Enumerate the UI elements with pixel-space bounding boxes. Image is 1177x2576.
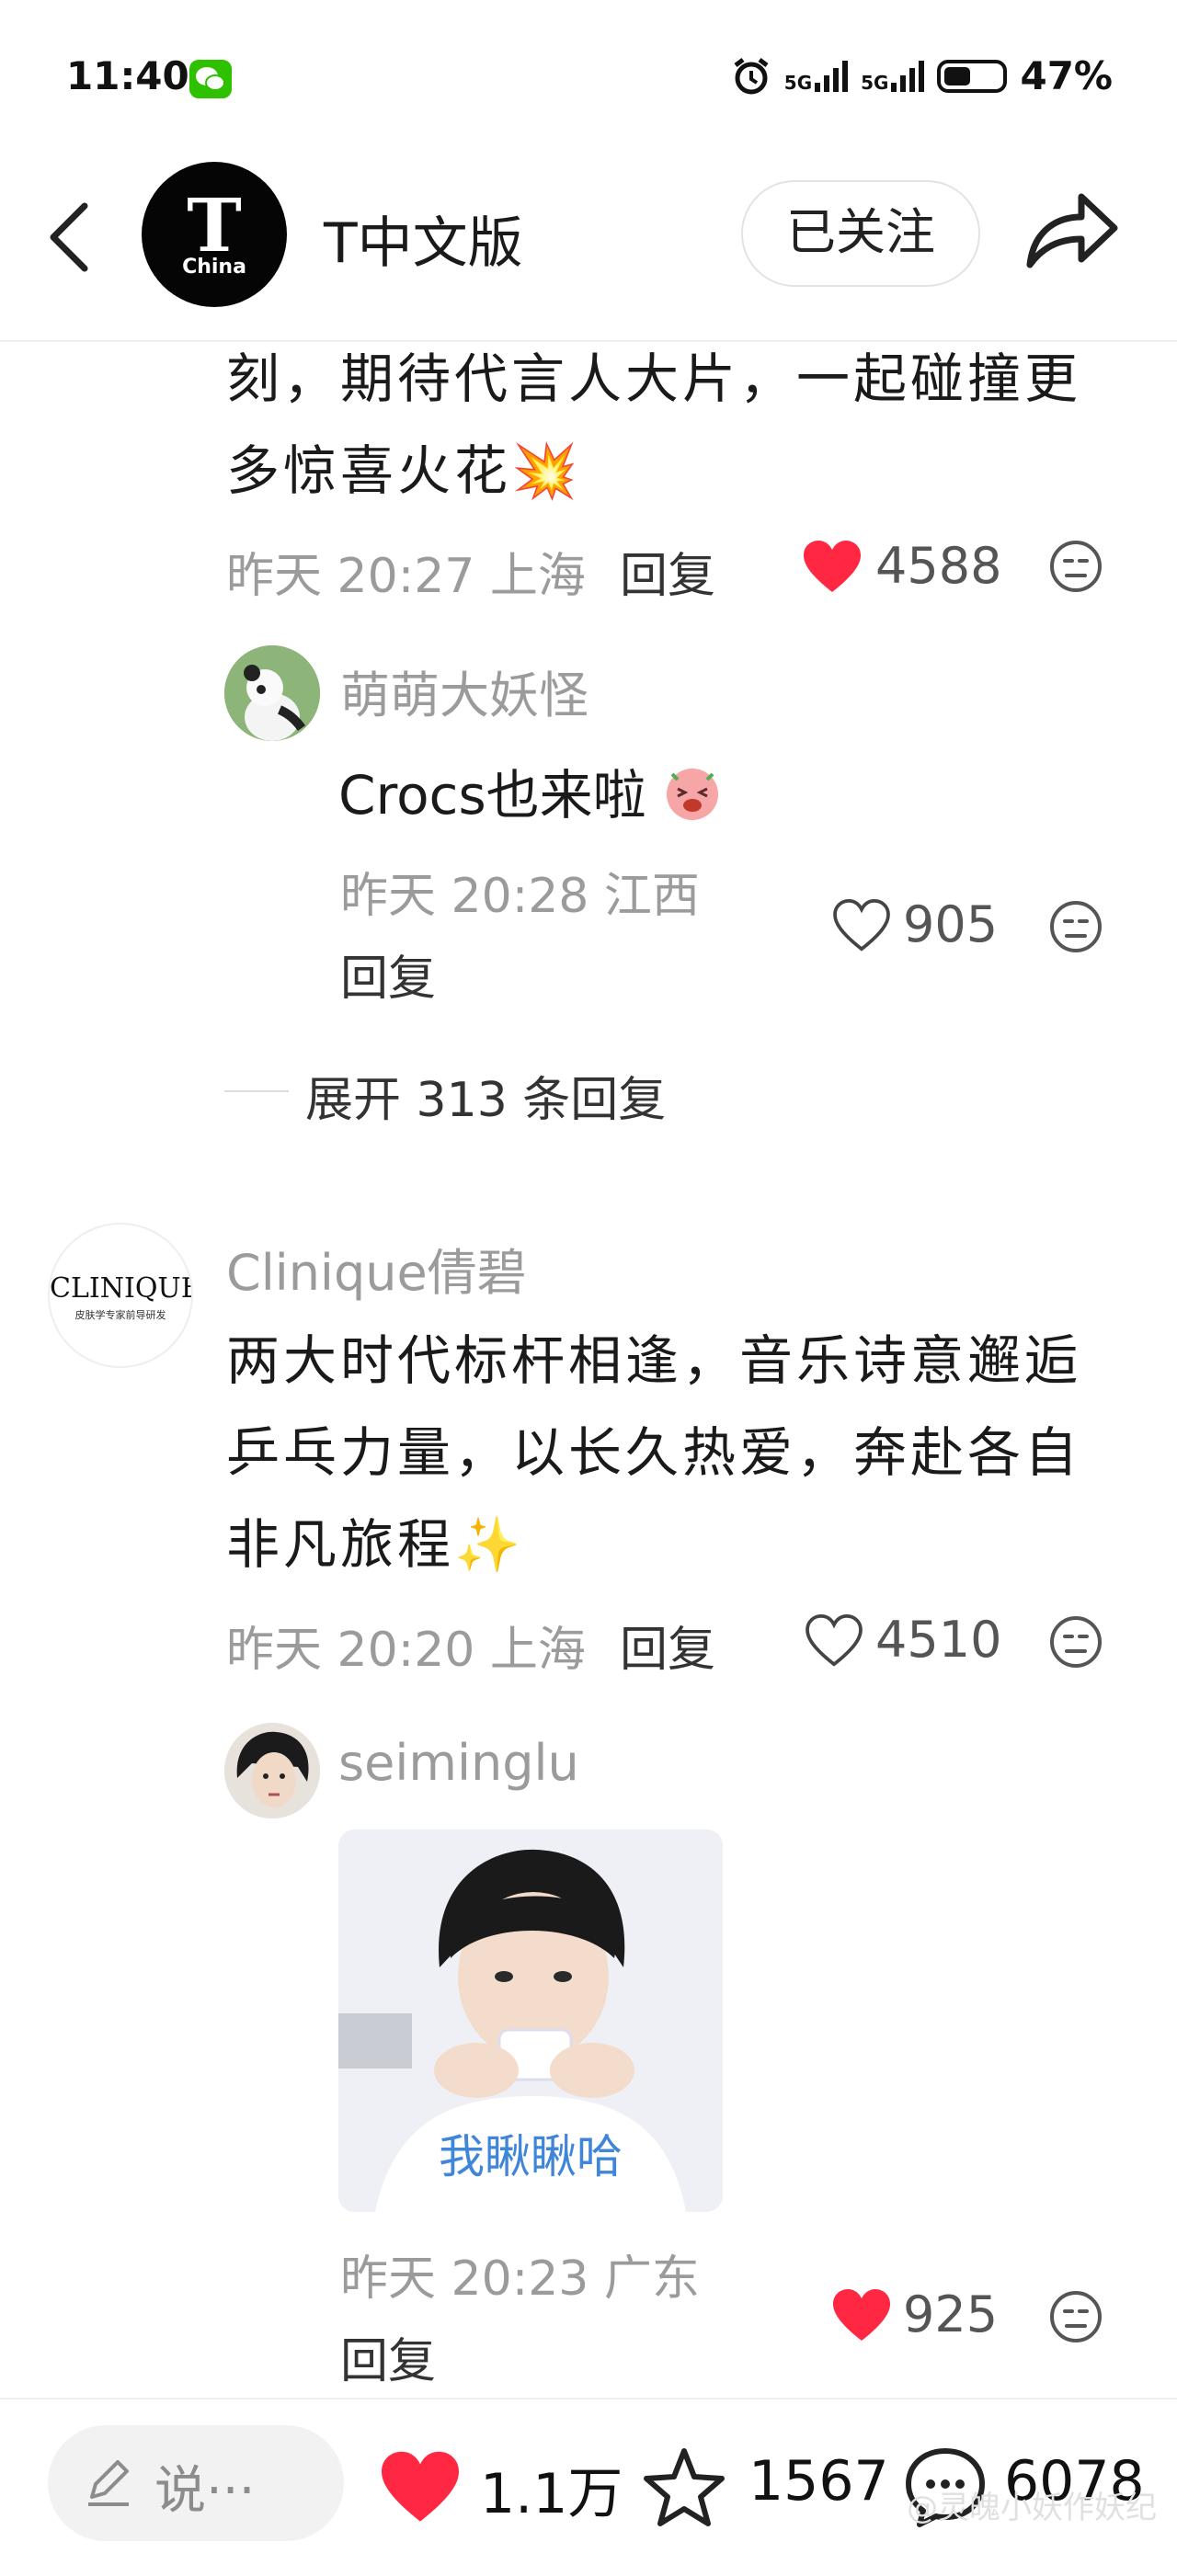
pencil-icon — [81, 2455, 136, 2510]
comment-time: 昨天 20:27 — [226, 549, 475, 604]
signal-icon: 5G — [861, 60, 925, 94]
post-like-count: 1.1万 — [480, 2462, 623, 2526]
reply-location: 广东 — [603, 2251, 700, 2307]
share-icon[interactable] — [1021, 184, 1122, 276]
reply-username[interactable]: seiminglu — [338, 1734, 579, 1792]
watermark: @灵魄小妖作妖纪 — [907, 2490, 1157, 2526]
like-heart-icon[interactable] — [379, 2449, 462, 2526]
like-count: 925 — [903, 2285, 999, 2343]
alarm-icon — [734, 57, 769, 94]
reply-button[interactable]: 回复 — [340, 2322, 436, 2391]
follow-button[interactable]: 已关注 — [741, 180, 980, 287]
battery-percentage: 47% — [1020, 53, 1113, 98]
reply-button[interactable]: 回复 — [340, 940, 436, 1009]
avatar-brand-text: CLINIQUE — [50, 1272, 193, 1305]
reply-text-content: Crocs也来啦 — [338, 764, 646, 826]
reply-image-sticker[interactable]: 我瞅瞅哈 — [338, 1829, 723, 2212]
reply-meta: 昨天 20:28 江西 — [340, 857, 700, 926]
battery-level-fill — [944, 66, 971, 85]
like-heart-icon[interactable] — [802, 539, 863, 596]
comment-text-line: 多惊喜火花💥 — [226, 439, 582, 502]
sticker-caption: 我瞅瞅哈 — [439, 2130, 623, 2183]
reaction-face-icon[interactable] — [1048, 899, 1103, 954]
like-count: 905 — [903, 895, 999, 953]
like-count: 4588 — [875, 537, 1002, 595]
comment-text-line: 刻，期待代言人大片，一起碰撞更 — [226, 348, 1082, 410]
avatar-brand-subtext: 皮肤学专家前导研发 — [74, 1309, 166, 1321]
reaction-face-icon[interactable] — [1048, 539, 1103, 594]
back-arrow-icon[interactable] — [44, 200, 96, 274]
account-name[interactable]: T中文版 — [324, 199, 523, 279]
signal-icon: 5G — [783, 60, 849, 94]
reaction-face-icon[interactable] — [1048, 2289, 1103, 2344]
reply-username[interactable]: 萌萌大妖怪 — [340, 655, 588, 727]
comment-meta: 昨天 20:27 上海 — [226, 537, 586, 606]
reply-button[interactable]: 回复 — [620, 1611, 715, 1680]
comment-meta: 昨天 20:20 上海 — [226, 1611, 586, 1680]
like-heart-icon[interactable] — [831, 2287, 892, 2344]
expand-divider — [224, 1090, 289, 1092]
wechat-notification-icon — [189, 60, 232, 98]
reply-text: Crocs也来啦 — [338, 752, 722, 835]
comment-input-placeholder: 说··· — [154, 2461, 256, 2521]
comment-text-line: 非凡旅程✨ — [226, 1513, 525, 1576]
account-avatar[interactable]: T China — [142, 162, 287, 307]
battery-icon — [937, 59, 1008, 93]
post-favorite-count: 1567 — [748, 2449, 889, 2513]
like-heart-icon[interactable] — [833, 898, 890, 952]
star-icon[interactable] — [642, 2445, 726, 2528]
reaction-face-icon[interactable] — [1048, 1614, 1103, 1670]
comment-location: 上海 — [489, 549, 586, 604]
laughing-sticker-icon — [663, 763, 722, 835]
comment-text-line: 两大时代标杆相逢，音乐诗意邂逅 — [226, 1329, 1082, 1392]
reply-time: 昨天 20:23 — [340, 2251, 589, 2307]
comment-text-line: 乒乓力量，以长久热爱，奔赴各自 — [226, 1421, 1082, 1484]
reply-time: 昨天 20:28 — [340, 869, 589, 924]
network-type-label: 5G — [783, 71, 813, 94]
comment-location: 上海 — [489, 1623, 586, 1678]
status-time: 11:40 — [66, 53, 189, 98]
network-type-label: 5G — [861, 71, 889, 94]
user-avatar[interactable]: CLINIQUE 皮肤学专家前导研发 — [48, 1223, 193, 1368]
comment-time: 昨天 20:20 — [226, 1623, 475, 1678]
expand-replies-button[interactable]: 展开 313 条回复 — [305, 1061, 666, 1130]
account-logo-subtitle: China — [182, 256, 246, 279]
user-avatar[interactable] — [224, 645, 320, 741]
status-indicators: 5G 5G 47% — [731, 53, 1113, 98]
user-avatar[interactable] — [224, 1723, 320, 1818]
reply-location: 江西 — [603, 869, 700, 924]
like-heart-icon[interactable] — [806, 1613, 863, 1668]
comment-username[interactable]: Clinique倩碧 — [226, 1232, 527, 1305]
reply-meta: 昨天 20:23 广东 — [340, 2240, 700, 2308]
reply-button[interactable]: 回复 — [620, 537, 715, 606]
like-count: 4510 — [875, 1611, 1002, 1669]
